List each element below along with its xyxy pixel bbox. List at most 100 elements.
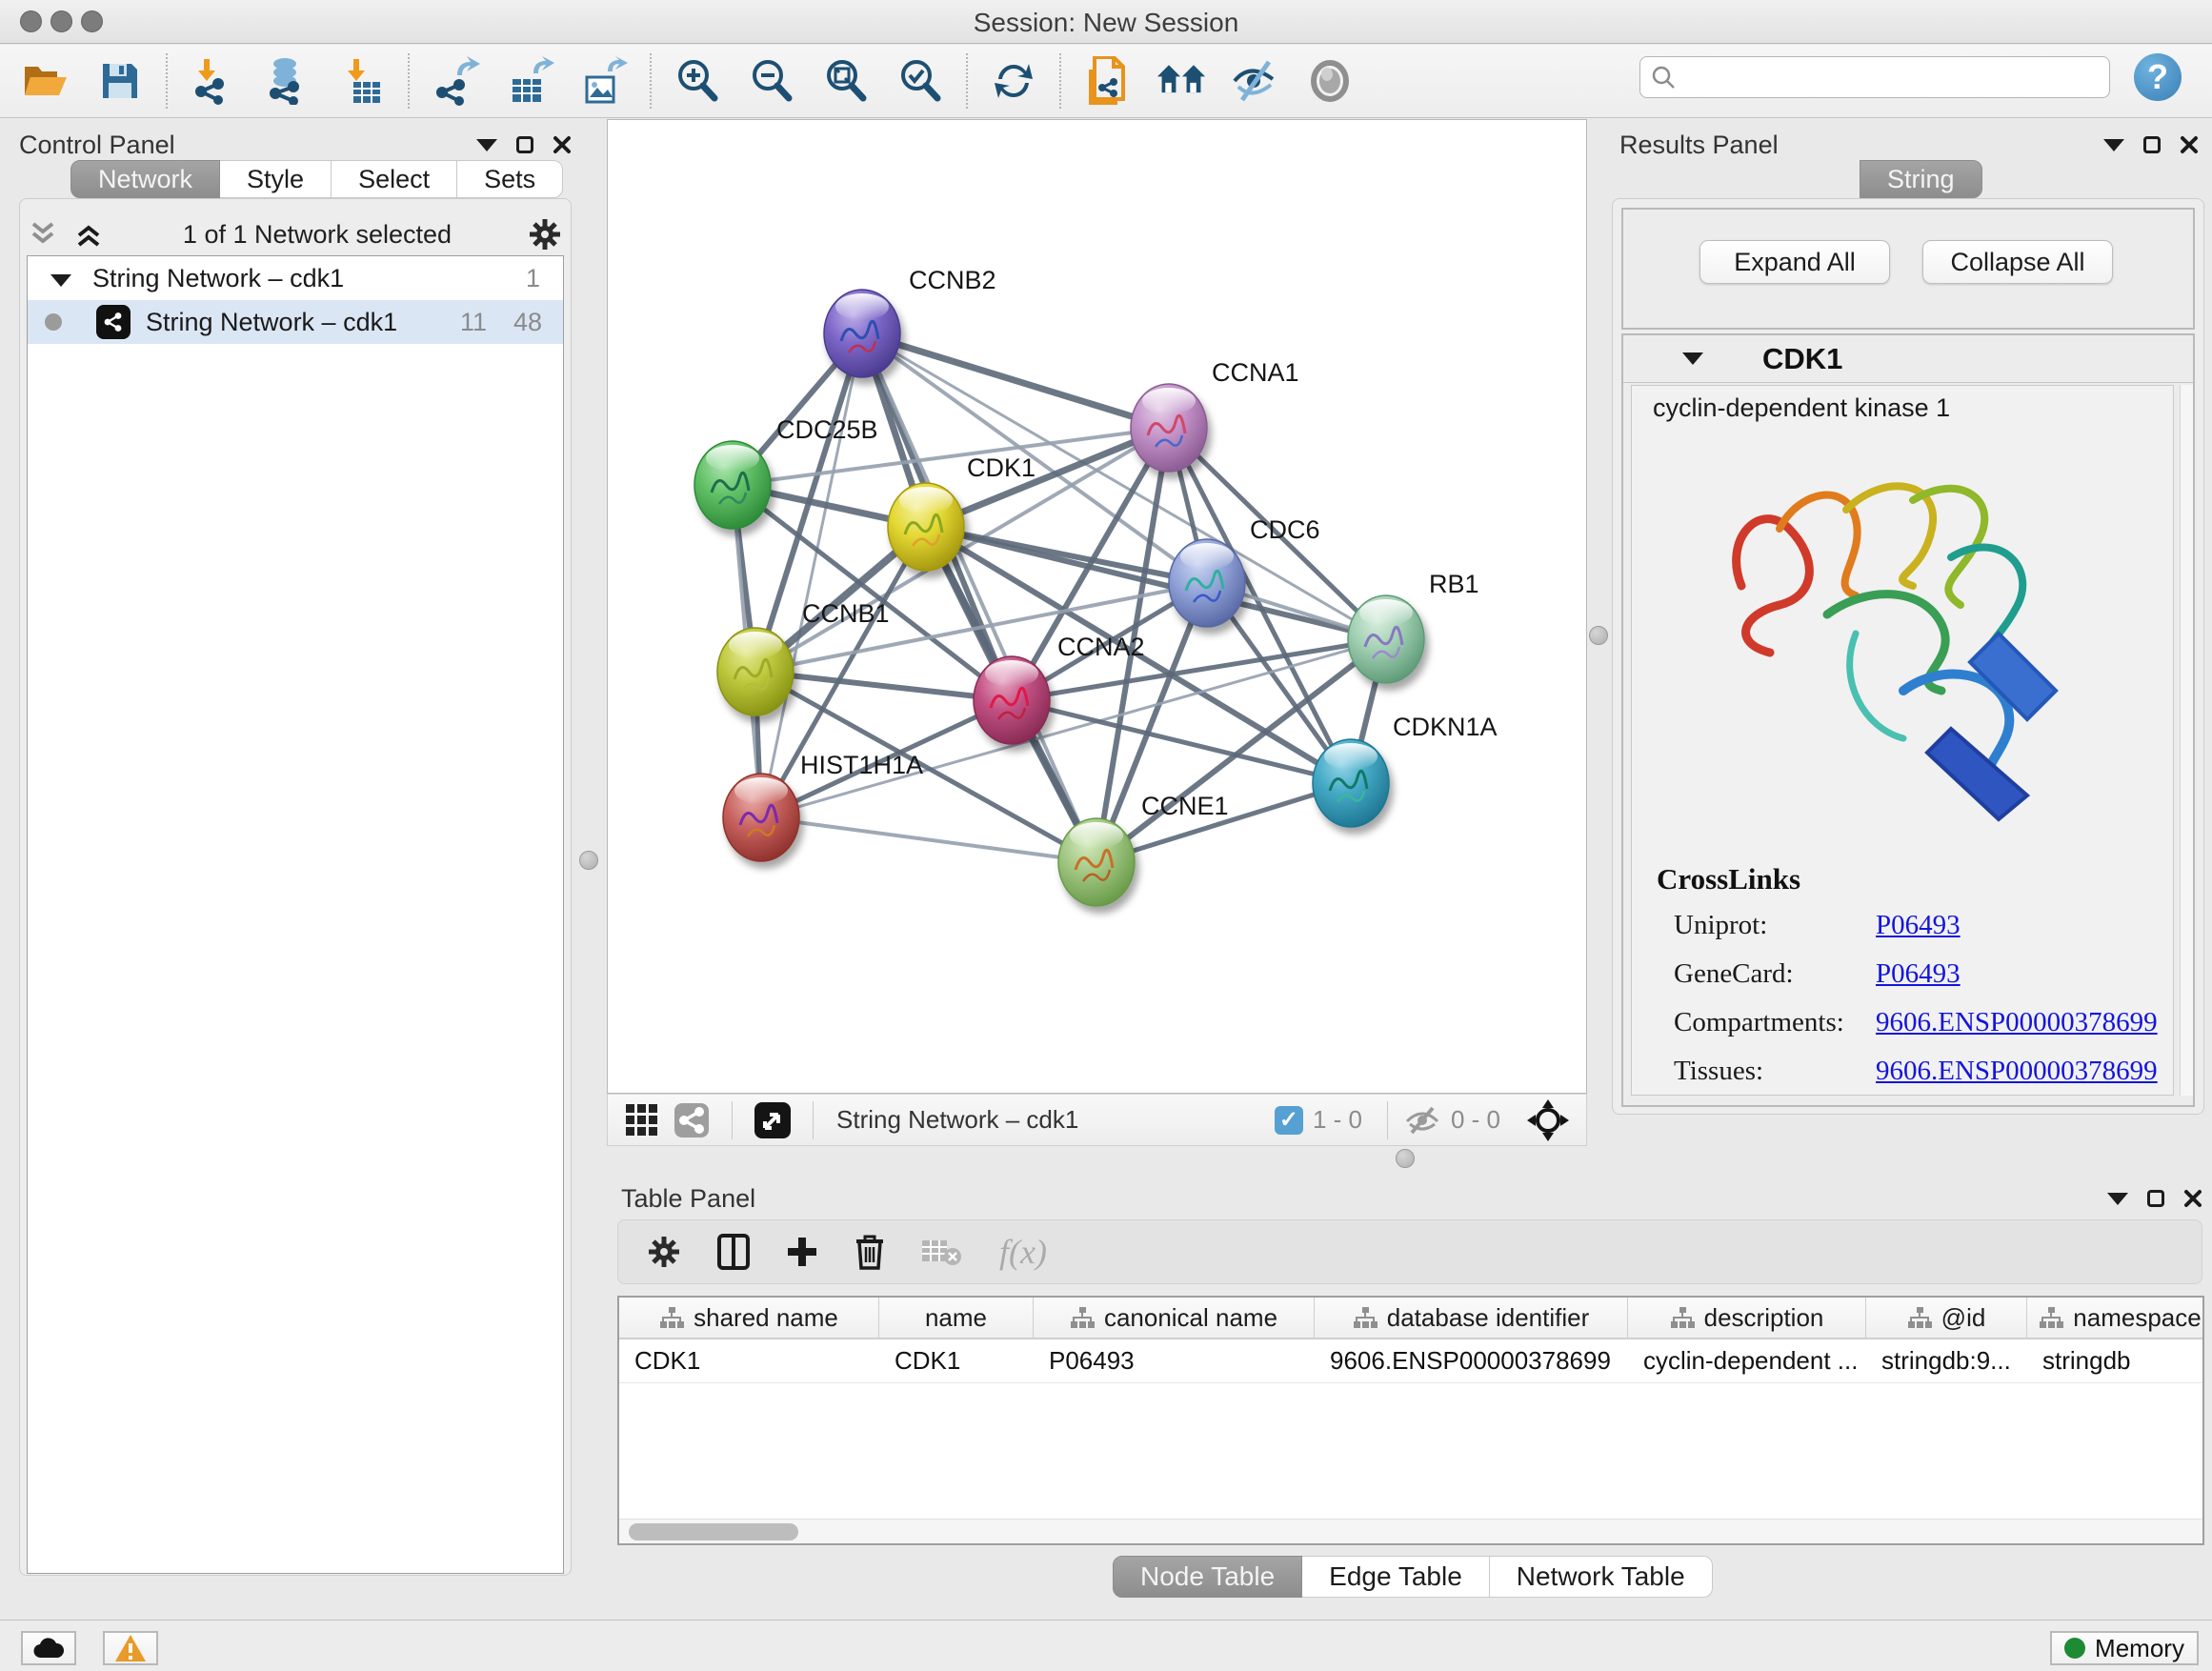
cell-name[interactable]: CDK1 (879, 1339, 1034, 1382)
horizontal-splitter-grip[interactable] (1396, 1149, 1415, 1168)
gray-orb-icon[interactable] (1305, 56, 1355, 106)
cell-canonical-name[interactable]: P06493 (1034, 1339, 1315, 1382)
table-tab-edge-table[interactable]: Edge Table (1302, 1556, 1490, 1598)
column-header-@id[interactable]: @id (1866, 1298, 2027, 1338)
cell-description[interactable]: cyclin-dependent ... (1628, 1339, 1866, 1382)
zoom-selected-icon[interactable] (895, 56, 945, 106)
selected-nodes-checkbox[interactable]: ✓ (1275, 1106, 1303, 1135)
save-session-icon[interactable] (95, 56, 145, 106)
control-panel-close-icon[interactable] (553, 135, 572, 154)
delete-column-trash-icon[interactable] (855, 1234, 885, 1270)
open-session-icon[interactable] (21, 56, 70, 106)
cell-database-identifier[interactable]: 9606.ENSP00000378699 (1315, 1339, 1628, 1382)
show-columns-icon[interactable] (717, 1234, 750, 1270)
edge-CCNB2-CCNE1[interactable] (862, 333, 1096, 862)
crosslink-label: Tissues: (1657, 1056, 1876, 1087)
network-collection-row[interactable]: String Network – cdk1 1 (28, 256, 563, 300)
export-network-icon[interactable] (431, 56, 480, 106)
create-column-plus-icon[interactable] (786, 1236, 818, 1268)
column-header-database-identifier[interactable]: database identifier (1315, 1298, 1628, 1338)
network-options-gear-icon[interactable] (528, 217, 562, 252)
crosslink-link[interactable]: P06493 (1876, 958, 1961, 990)
table-row[interactable]: CDK1CDK1P064939606.ENSP00000378699cyclin… (619, 1339, 2202, 1383)
warning-status-button[interactable] (103, 1631, 158, 1665)
column-header-name[interactable]: name (879, 1298, 1034, 1338)
edge-CCNE1-HIST1H1A[interactable] (761, 817, 1096, 862)
tab-style[interactable]: Style (220, 160, 332, 198)
import-network-file-icon[interactable] (189, 56, 238, 106)
fit-content-crosshair-icon[interactable] (1523, 1096, 1573, 1145)
node-label-CDKN1A: CDKN1A (1393, 713, 1498, 741)
table-panel-maximize-icon[interactable] (2147, 1190, 2164, 1207)
table-hscrollbar-thumb[interactable] (629, 1523, 798, 1540)
network-view-type-icon[interactable] (667, 1096, 716, 1145)
results-panel-maximize-icon[interactable] (2143, 136, 2161, 153)
results-section-header[interactable]: CDK1 (1623, 335, 2193, 383)
node-RB1[interactable]: RB1 (1348, 570, 1479, 683)
export-image-icon[interactable] (579, 56, 629, 106)
crosslink-link[interactable]: 9606.ENSP00000378699 (1876, 1007, 2158, 1038)
zoom-in-icon[interactable] (673, 56, 722, 106)
edge-CCNB2-CCNA1[interactable] (862, 333, 1169, 428)
memory-button[interactable]: Memory (2050, 1631, 2199, 1665)
table-panel-float-icon[interactable] (2107, 1193, 2128, 1205)
control-panel-float-icon[interactable] (476, 139, 497, 151)
expand-all-button[interactable]: Expand All (1699, 240, 1890, 284)
node-CDKN1A[interactable]: CDKN1A (1313, 713, 1498, 827)
zoom-out-icon[interactable] (747, 56, 796, 106)
network-canvas[interactable]: CCNB2CCNA1CDC25BCDK1CDC6RB1CCNB1CCNA2CDK… (607, 119, 1587, 1094)
tab-network[interactable]: Network (70, 160, 220, 198)
cell-shared-name[interactable]: CDK1 (619, 1339, 879, 1382)
network-label: String Network – cdk1 (146, 308, 397, 337)
main-toolbar: ? (0, 45, 2212, 118)
crosslink-link[interactable]: P06493 (1876, 910, 1961, 941)
column-header-shared-name[interactable]: shared name (619, 1298, 879, 1338)
hidden-eye-icon[interactable] (1403, 1096, 1441, 1145)
table-panel-close-icon[interactable] (2183, 1189, 2202, 1208)
tab-sets[interactable]: Sets (457, 160, 563, 198)
left-splitter-grip[interactable] (579, 851, 598, 870)
results-panel-close-icon[interactable] (2180, 135, 2199, 154)
table-tab-node-table[interactable]: Node Table (1113, 1556, 1302, 1598)
import-network-database-icon[interactable] (263, 56, 312, 106)
collapse-all-icon[interactable] (29, 220, 61, 249)
column-header-canonical-name[interactable]: canonical name (1034, 1298, 1315, 1338)
refresh-icon[interactable] (989, 56, 1038, 106)
results-scrollbar[interactable] (2180, 385, 2193, 1096)
expand-all-icon[interactable] (74, 220, 107, 249)
hide-selected-eye-icon[interactable] (1231, 56, 1280, 106)
table-options-gear-icon[interactable] (647, 1235, 681, 1269)
node-CCNA1[interactable]: CCNA1 (1131, 358, 1299, 472)
grid-view-icon[interactable] (617, 1096, 667, 1145)
collapse-all-button[interactable]: Collapse All (1922, 240, 2113, 284)
cloud-status-button[interactable] (21, 1631, 76, 1665)
column-header-description[interactable]: description (1628, 1298, 1866, 1338)
collection-expand-icon[interactable] (50, 264, 71, 293)
export-table-icon[interactable] (505, 56, 554, 106)
homes-icon[interactable] (1156, 56, 1206, 106)
detach-view-icon[interactable] (748, 1096, 797, 1145)
results-panel-float-icon[interactable] (2103, 139, 2124, 151)
crosslink-row: Uniprot:P06493 (1657, 910, 2158, 941)
tab-select[interactable]: Select (332, 160, 457, 198)
share-document-icon[interactable] (1082, 56, 1132, 106)
selected-count: 1 - 0 (1313, 1105, 1362, 1135)
help-button[interactable]: ? (2134, 53, 2182, 101)
network-row[interactable]: String Network – cdk1 11 48 (28, 300, 563, 344)
cell-@id[interactable]: stringdb:9... (1866, 1339, 2027, 1382)
zoom-fit-icon[interactable] (821, 56, 871, 106)
search-field[interactable] (1639, 56, 2110, 98)
section-collapse-icon[interactable] (1682, 352, 1703, 365)
table-hscrollbar[interactable] (619, 1519, 2202, 1543)
results-tab-string[interactable]: String (1860, 160, 1982, 198)
table-tab-network-table[interactable]: Network Table (1490, 1556, 1713, 1598)
cell-namespace[interactable]: stringdb (2027, 1339, 2204, 1382)
node-table[interactable]: shared namenamecanonical namedatabase id… (617, 1296, 2204, 1545)
import-table-icon[interactable] (337, 56, 387, 106)
node-HIST1H1A[interactable]: HIST1H1A (723, 751, 923, 861)
search-input[interactable] (1677, 60, 2109, 94)
crosslink-link[interactable]: 9606.ENSP00000378699 (1876, 1056, 2158, 1087)
control-panel-maximize-icon[interactable] (516, 136, 533, 153)
column-header-namespace[interactable]: namespace (2027, 1298, 2204, 1338)
right-splitter-grip[interactable] (1589, 626, 1608, 645)
